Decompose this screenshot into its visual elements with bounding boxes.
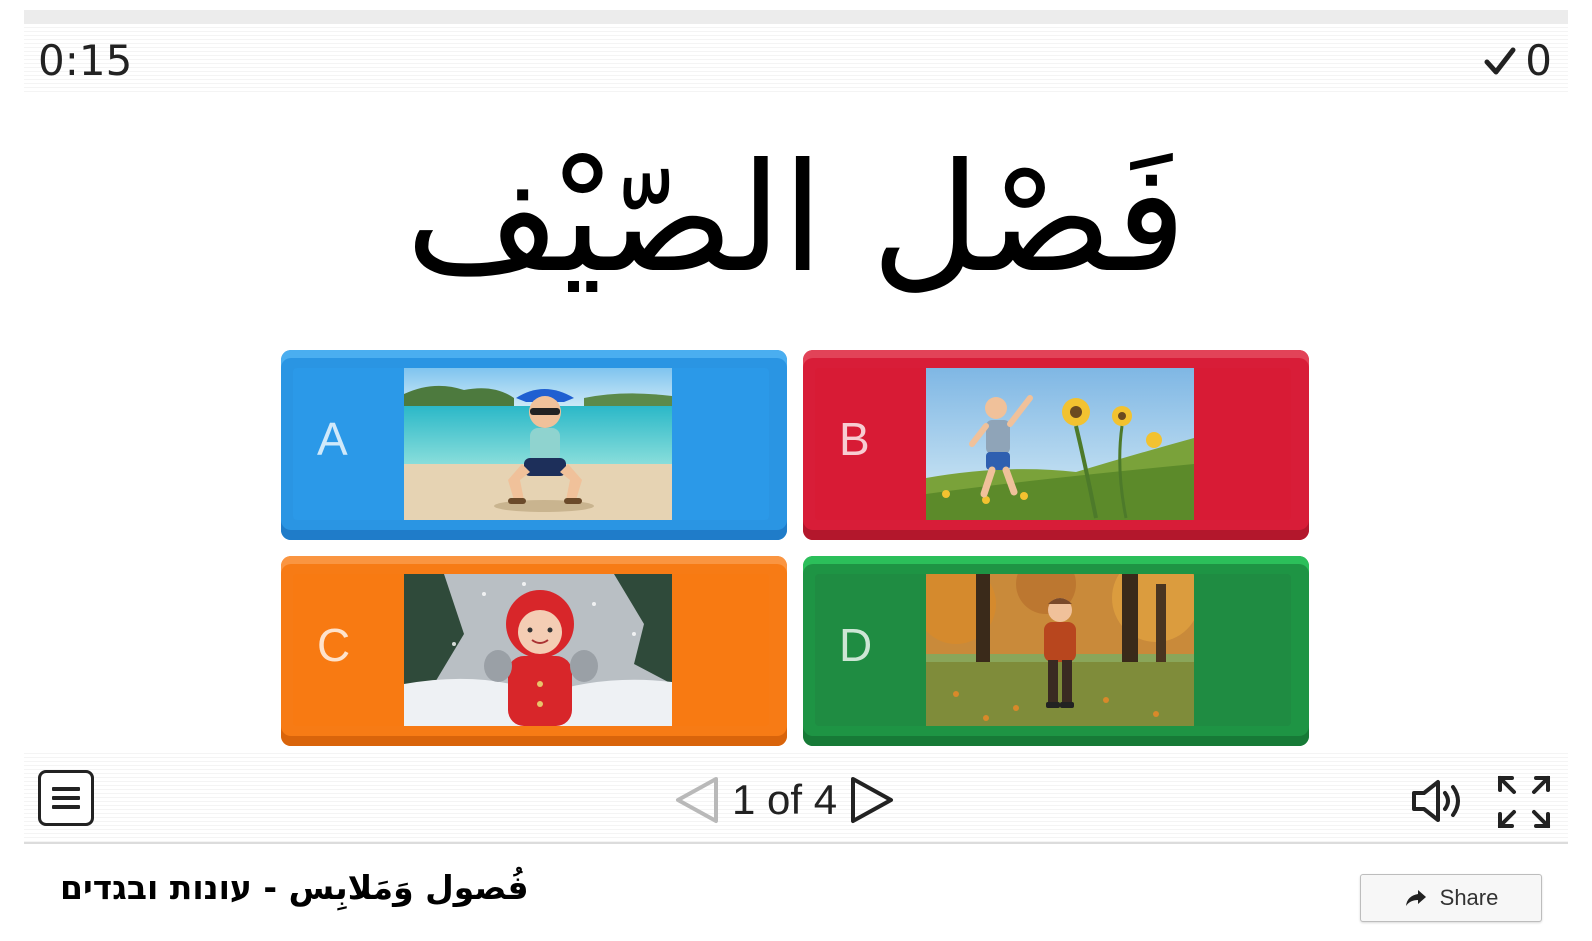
menu-icon xyxy=(52,787,80,809)
page-indicator: 1 of 4 xyxy=(732,776,838,823)
child-on-beach-photo xyxy=(404,368,672,520)
answer-a-button[interactable]: A xyxy=(281,350,787,540)
arrow-right-icon[interactable] xyxy=(849,775,897,825)
question-text: فَصْل الصّيْف xyxy=(405,132,1187,306)
top-bar: 0:15 0 xyxy=(24,24,1568,94)
bottom-bar: 1 of 4 xyxy=(24,750,1568,844)
answer-d-button[interactable]: D xyxy=(803,556,1309,746)
timer: 0:15 xyxy=(38,36,133,85)
child-in-flower-meadow-photo xyxy=(926,368,1194,520)
share-button[interactable]: Share xyxy=(1360,874,1542,922)
quiz-game: 0:15 0 فَصْل الصّيْف A B C D 1 of 4 xyxy=(24,24,1568,844)
speaker-icon[interactable] xyxy=(1410,778,1466,824)
score-value: 0 xyxy=(1525,36,1552,85)
pager: 1 of 4 xyxy=(672,770,897,830)
answer-b-letter: B xyxy=(839,413,870,465)
activity-title: فُصول وَمَلابِس - עונות ובגדים xyxy=(60,868,529,907)
share-arrow-icon xyxy=(1405,890,1426,906)
child-in-autumn-park-photo xyxy=(926,574,1194,726)
checkmark-icon xyxy=(1484,47,1516,74)
answer-b-button[interactable]: B xyxy=(803,350,1309,540)
arrow-left-icon[interactable] xyxy=(672,775,720,825)
share-label: Share xyxy=(1439,885,1499,910)
score: 0 xyxy=(1483,36,1552,85)
answer-d-letter: D xyxy=(839,619,873,671)
answer-a-letter: A xyxy=(317,413,348,465)
fullscreen-icon[interactable] xyxy=(1496,774,1552,830)
menu-button[interactable] xyxy=(38,770,94,826)
answer-c-letter: C xyxy=(317,619,351,671)
child-in-snow-photo xyxy=(404,574,672,726)
answer-c-button[interactable]: C xyxy=(281,556,787,746)
window-top-strip xyxy=(24,10,1568,24)
